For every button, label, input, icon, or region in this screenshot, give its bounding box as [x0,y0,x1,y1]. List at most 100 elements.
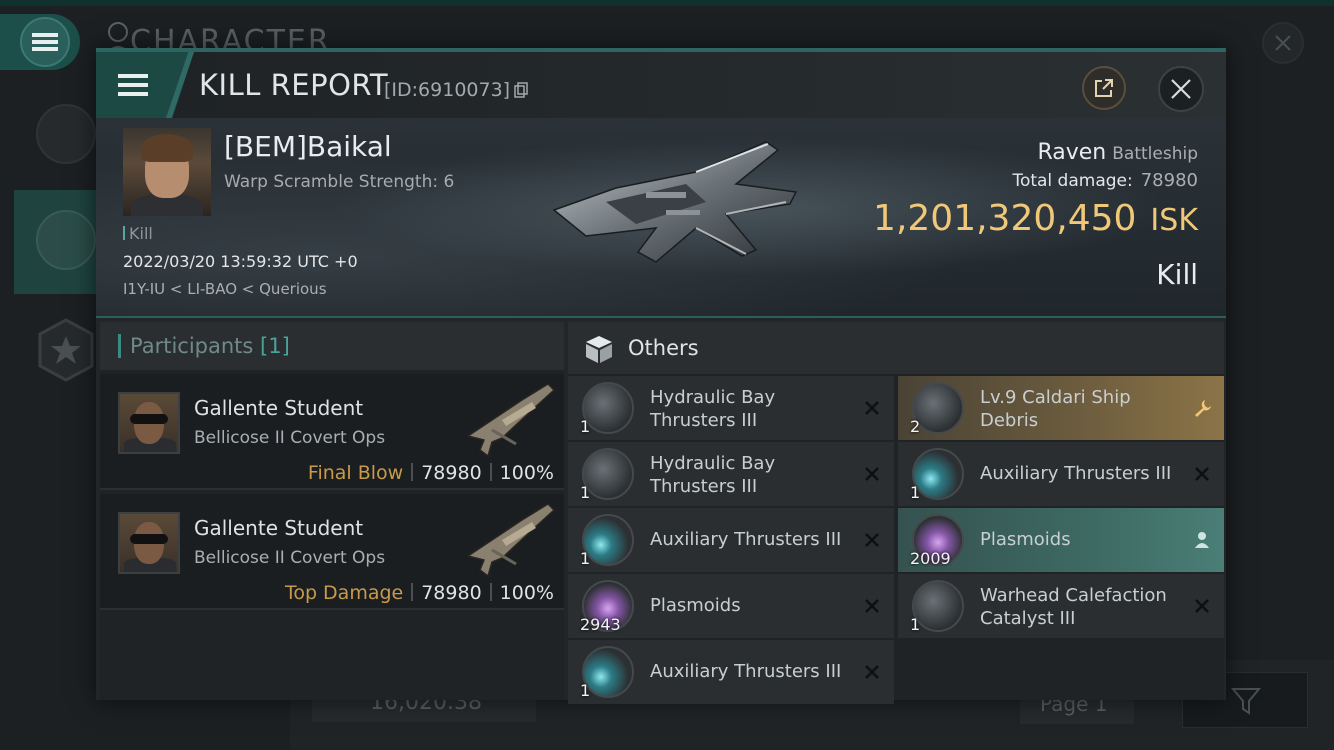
participants-header: Participants [1] [100,322,564,370]
side-nav-list-button[interactable] [36,104,96,164]
total-damage-value: 78980 [1140,170,1198,191]
dropped-item[interactable]: 2 Lv.9 Caldari Ship Debris [898,376,1224,440]
item-name: Lv.9 Caldari Ship Debris [980,387,1131,431]
item-name: Auxiliary Thrusters III [980,463,1172,484]
dropped-item[interactable]: 1 Auxiliary Thrusters III [568,508,894,572]
kill-summary-banner: [BEM]Baikal Warp Scramble Strength: 6 Ki… [96,118,1226,318]
top-accent-bar [0,0,1334,6]
dialog-title: KILL REPORT [199,68,389,102]
participant-avatar[interactable] [118,512,180,574]
participant-damage: 78980 [421,462,482,484]
item-quantity: 1 [580,549,591,568]
item-name: Warhead Calefaction Catalyst III [980,585,1167,629]
close-button[interactable] [1158,66,1204,112]
participant-tag: Final Blow [307,462,404,484]
isk-amount: 1,201,320,450 [873,198,1137,239]
kill-location: I1Y-IU < LI-BAO < Querious [123,280,327,298]
dropped-item[interactable]: 2009 Plasmoids [898,508,1224,572]
item-name: Hydraulic Bay Thrusters III [650,387,776,431]
copy-icon[interactable] [514,81,528,98]
participant-ship: Bellicose II Covert Ops [194,428,386,448]
participant-stats: Top Damage 78980 100% [285,582,554,604]
item-quantity: 2 [910,417,921,436]
destroyed-icon [1195,599,1209,613]
ship-name: Raven [1037,140,1107,165]
others-header: Others [568,322,1224,374]
item-quantity: 2009 [910,549,951,568]
cube-icon [586,336,612,363]
isk-value: 1,201,320,450 ISK [873,198,1198,239]
destroyed-icon [865,665,879,679]
filter-icon [1231,688,1261,715]
item-quantity: 1 [580,417,591,436]
item-name: Auxiliary Thrusters III [650,661,842,682]
wrench-icon [1195,400,1211,417]
kill-tag-label: Kill [129,224,153,243]
destroyed-icon [865,401,879,415]
star-badge-icon [38,318,94,382]
participant-ship: Bellicose II Covert Ops [194,548,386,568]
dropped-item[interactable]: 1 Auxiliary Thrusters III [568,640,894,704]
victim-name[interactable]: [BEM]Baikal [224,130,392,163]
participant-ship-icon [466,383,556,458]
crossed-swords-icon [36,210,96,270]
item-name: Auxiliary Thrusters III [650,529,842,550]
warp-scramble-strength: Warp Scramble Strength: 6 [224,172,455,192]
item-name: Hydraulic Bay Thrusters III [650,453,776,497]
background-close-button[interactable] [1262,22,1304,64]
participant-tag: Top Damage [284,582,404,604]
kill-datetime: 2022/03/20 13:59:32 UTC +0 [123,252,358,271]
side-nav-combat-tab[interactable] [14,190,96,294]
destroyed-icon [865,533,879,547]
participants-label: Participants [130,334,254,358]
dropped-item[interactable]: 2943 Plasmoids [568,574,894,638]
destroyed-icon [865,467,879,481]
main-menu-button[interactable] [0,14,80,70]
victim-portrait[interactable] [123,128,211,216]
kill-id: [ID:6910073] [384,79,528,101]
participant-damage: 78980 [421,582,482,604]
kill-id-text: [ID:6910073] [384,79,511,101]
person-icon [1195,532,1209,548]
item-name: Plasmoids [980,529,1071,550]
ship-type[interactable]: Raven Battleship [1037,140,1198,165]
participants-count: [1] [260,334,290,358]
kill-report-dialog: KILL REPORT [ID:6910073] [BEM]Baikal War… [96,48,1226,704]
item-quantity: 1 [910,483,921,502]
participant-name: Gallente Student [194,516,364,540]
side-nav-star-button[interactable] [36,318,96,382]
menu-icon [118,74,148,96]
participant-row[interactable]: Gallente Student Bellicose II Covert Ops… [100,494,564,610]
participant-percent: 100% [499,462,554,484]
dropped-item[interactable]: 1 Hydraulic Bay Thrusters III [568,442,894,506]
participant-stats: Final Blow 78980 100% [308,462,554,484]
dialog-header: KILL REPORT [ID:6910073] [96,52,1226,118]
item-quantity: 1 [910,615,921,634]
participant-percent: 100% [499,582,554,604]
ship-class: Battleship [1112,144,1198,164]
share-button[interactable] [1082,66,1126,110]
participant-ship-icon [466,503,556,578]
total-damage: Total damage: 78980 [1012,170,1198,191]
dropped-item[interactable]: 1 Auxiliary Thrusters III [898,442,1224,506]
isk-unit: ISK [1150,203,1198,238]
raven-ship-image [552,141,798,263]
item-quantity: 2943 [580,615,621,634]
others-panel: Others 1 Hydraulic Bay Thrusters III 1 H… [568,322,1224,704]
kill-tag: Kill [123,224,153,243]
total-damage-label: Total damage: [1012,171,1133,191]
dropped-item[interactable]: 1 Hydraulic Bay Thrusters III [568,376,894,440]
share-icon [1095,79,1113,97]
dropped-item[interactable]: 1 Warhead Calefaction Catalyst III [898,574,1224,638]
participant-avatar[interactable] [118,392,180,454]
menu-icon [20,17,70,67]
item-name: Plasmoids [650,595,741,616]
close-icon [1171,79,1191,99]
participant-row[interactable]: Gallente Student Bellicose II Covert Ops… [100,374,564,490]
item-quantity: 1 [580,483,591,502]
participant-name: Gallente Student [194,396,364,420]
item-quantity: 1 [580,681,591,700]
participants-panel: Participants [1] Gallente Student Bellic… [100,322,564,700]
close-icon [1275,35,1291,51]
kill-result: Kill [1156,258,1198,291]
